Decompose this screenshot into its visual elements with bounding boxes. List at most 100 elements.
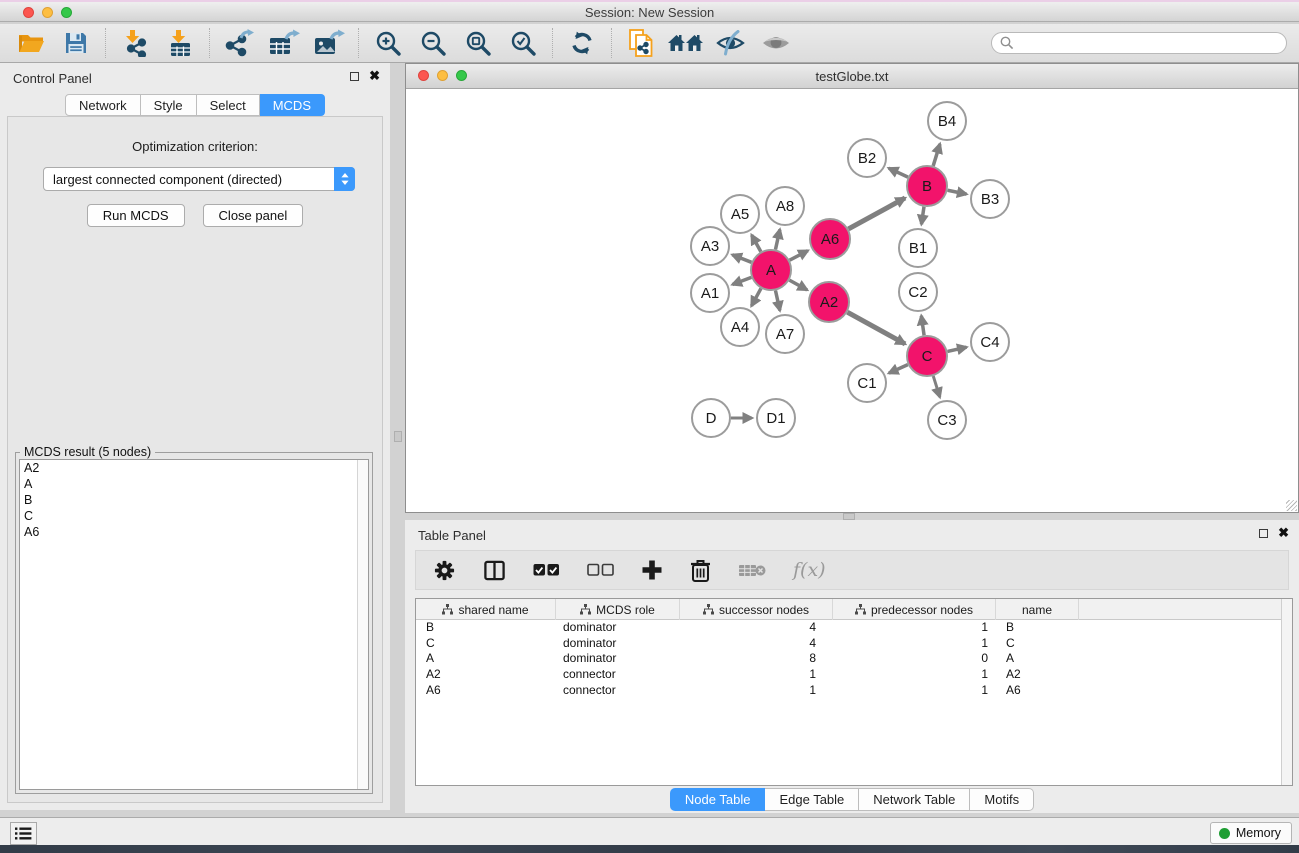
graph-node-B4[interactable]: B4 <box>928 102 966 140</box>
table-cell[interactable]: connector <box>556 683 680 699</box>
zoom-fit-button[interactable] <box>459 26 497 60</box>
zoom-selected-button[interactable] <box>504 26 542 60</box>
graph-node-C[interactable]: C <box>907 336 947 376</box>
table-cell[interactable]: 4 <box>680 636 833 652</box>
graph-edge-C-C3[interactable] <box>933 376 940 397</box>
column-header[interactable]: predecessor nodes <box>833 599 996 620</box>
unselect-all-columns-button[interactable] <box>587 563 614 577</box>
table-cell[interactable]: dominator <box>556 651 680 667</box>
graph-node-B3[interactable]: B3 <box>971 180 1009 218</box>
task-history-button[interactable] <box>10 822 37 845</box>
graph-node-A7[interactable]: A7 <box>766 315 804 353</box>
show-neighbors-button[interactable] <box>667 26 705 60</box>
close-panel-button[interactable]: Close panel <box>203 204 304 227</box>
graph-node-A5[interactable]: A5 <box>721 195 759 233</box>
run-mcds-button[interactable]: Run MCDS <box>87 204 185 227</box>
table-cell[interactable]: 1 <box>833 636 996 652</box>
horizontal-split-handle[interactable] <box>843 513 855 520</box>
graph-node-A2[interactable]: A2 <box>809 282 849 322</box>
tab-select[interactable]: Select <box>197 94 260 116</box>
export-network-button[interactable] <box>220 26 258 60</box>
mcds-result-item[interactable]: A <box>20 476 368 492</box>
tab-network[interactable]: Network <box>65 94 141 116</box>
graph-edge-C-C1[interactable] <box>889 365 908 374</box>
graph-node-C1[interactable]: C1 <box>848 364 886 402</box>
create-new-column-button[interactable] <box>641 559 663 581</box>
mcds-result-item[interactable]: C <box>20 508 368 524</box>
graph-edge-A6-B[interactable] <box>848 198 905 229</box>
table-cell[interactable]: A2 <box>996 667 1079 683</box>
mcds-result-item[interactable]: A2 <box>20 460 368 476</box>
network-canvas[interactable]: B4B2BB3A8A5A6A3B1AA1C2A2A4A7C4CC1C3DD1 <box>406 89 1298 512</box>
graph-edge-B-B2[interactable] <box>889 168 908 177</box>
export-image-button[interactable] <box>310 26 348 60</box>
table-cell[interactable]: A <box>996 651 1079 667</box>
import-network-button[interactable] <box>116 26 154 60</box>
table-row[interactable]: A2connector11A2 <box>416 667 1292 683</box>
graph-node-C4[interactable]: C4 <box>971 323 1009 361</box>
table-cell[interactable]: 1 <box>833 620 996 636</box>
node-table[interactable]: shared nameMCDS rolesuccessor nodesprede… <box>415 598 1293 786</box>
table-cell[interactable]: 1 <box>680 667 833 683</box>
table-cell[interactable]: 1 <box>680 683 833 699</box>
table-cell[interactable]: A6 <box>996 683 1079 699</box>
graph-edge-A-A3[interactable] <box>732 255 751 263</box>
mcds-result-item[interactable]: B <box>20 492 368 508</box>
hide-selected-button[interactable] <box>712 26 750 60</box>
select-all-columns-button[interactable] <box>533 563 560 577</box>
table-cell[interactable]: C <box>996 636 1079 652</box>
graph-node-A1[interactable]: A1 <box>691 274 729 312</box>
table-cell[interactable]: 1 <box>833 667 996 683</box>
table-cell[interactable]: dominator <box>556 636 680 652</box>
show-column-button[interactable] <box>483 559 506 582</box>
table-cell[interactable]: A2 <box>416 667 556 683</box>
zoom-out-button[interactable] <box>414 26 452 60</box>
graph-edge-A-A6[interactable] <box>790 251 808 261</box>
graph-edge-A-A2[interactable] <box>789 280 807 290</box>
tab-edge-table[interactable]: Edge Table <box>765 788 859 811</box>
search-input[interactable] <box>1014 36 1278 50</box>
table-cell[interactable]: dominator <box>556 620 680 636</box>
save-session-button[interactable] <box>57 26 95 60</box>
table-scrollbar[interactable] <box>1281 599 1292 785</box>
mcds-result-list[interactable]: A2ABCA6 <box>19 459 369 790</box>
zoom-in-button[interactable] <box>369 26 407 60</box>
column-header[interactable]: successor nodes <box>680 599 833 620</box>
table-row[interactable]: Adominator80A <box>416 651 1292 667</box>
graph-edge-C-C4[interactable] <box>947 347 966 351</box>
graph-node-D[interactable]: D <box>692 399 730 437</box>
tab-network-table[interactable]: Network Table <box>859 788 970 811</box>
search-box[interactable] <box>991 32 1287 54</box>
table-mode-gear-button[interactable] <box>433 559 456 582</box>
graph-node-B[interactable]: B <box>907 166 947 206</box>
graph-node-B1[interactable]: B1 <box>899 229 937 267</box>
tab-mcds[interactable]: MCDS <box>260 94 325 116</box>
column-header[interactable]: MCDS role <box>556 599 680 620</box>
close-panel-icon[interactable]: ✖ <box>369 71 380 81</box>
graph-edge-A2-C[interactable] <box>847 312 905 344</box>
tab-motifs[interactable]: Motifs <box>970 788 1034 811</box>
float-panel-icon[interactable] <box>350 72 359 81</box>
memory-button[interactable]: Memory <box>1210 822 1292 844</box>
graph-node-C3[interactable]: C3 <box>928 401 966 439</box>
network-window-titlebar[interactable]: testGlobe.txt <box>406 64 1298 89</box>
graph-node-A[interactable]: A <box>751 250 791 290</box>
table-cell[interactable]: B <box>996 620 1079 636</box>
graph-edge-B-B1[interactable] <box>921 207 924 224</box>
table-cell[interactable]: 4 <box>680 620 833 636</box>
column-header[interactable]: shared name <box>416 599 556 620</box>
table-cell[interactable]: B <box>416 620 556 636</box>
window-resize-grip[interactable] <box>1286 500 1297 511</box>
close-table-panel-icon[interactable]: ✖ <box>1278 528 1289 538</box>
graph-node-A6[interactable]: A6 <box>810 219 850 259</box>
graph-node-A3[interactable]: A3 <box>691 227 729 265</box>
apply-layout-button[interactable] <box>563 26 601 60</box>
graph-edge-A-A8[interactable] <box>775 229 779 249</box>
graph-edge-A-A1[interactable] <box>732 277 751 284</box>
table-cell[interactable]: 1 <box>833 683 996 699</box>
graph-node-C2[interactable]: C2 <box>899 273 937 311</box>
function-builder-button[interactable]: f(x) <box>793 559 826 581</box>
table-cell[interactable]: 0 <box>833 651 996 667</box>
show-all-button[interactable] <box>757 26 795 60</box>
import-table-button[interactable] <box>161 26 199 60</box>
